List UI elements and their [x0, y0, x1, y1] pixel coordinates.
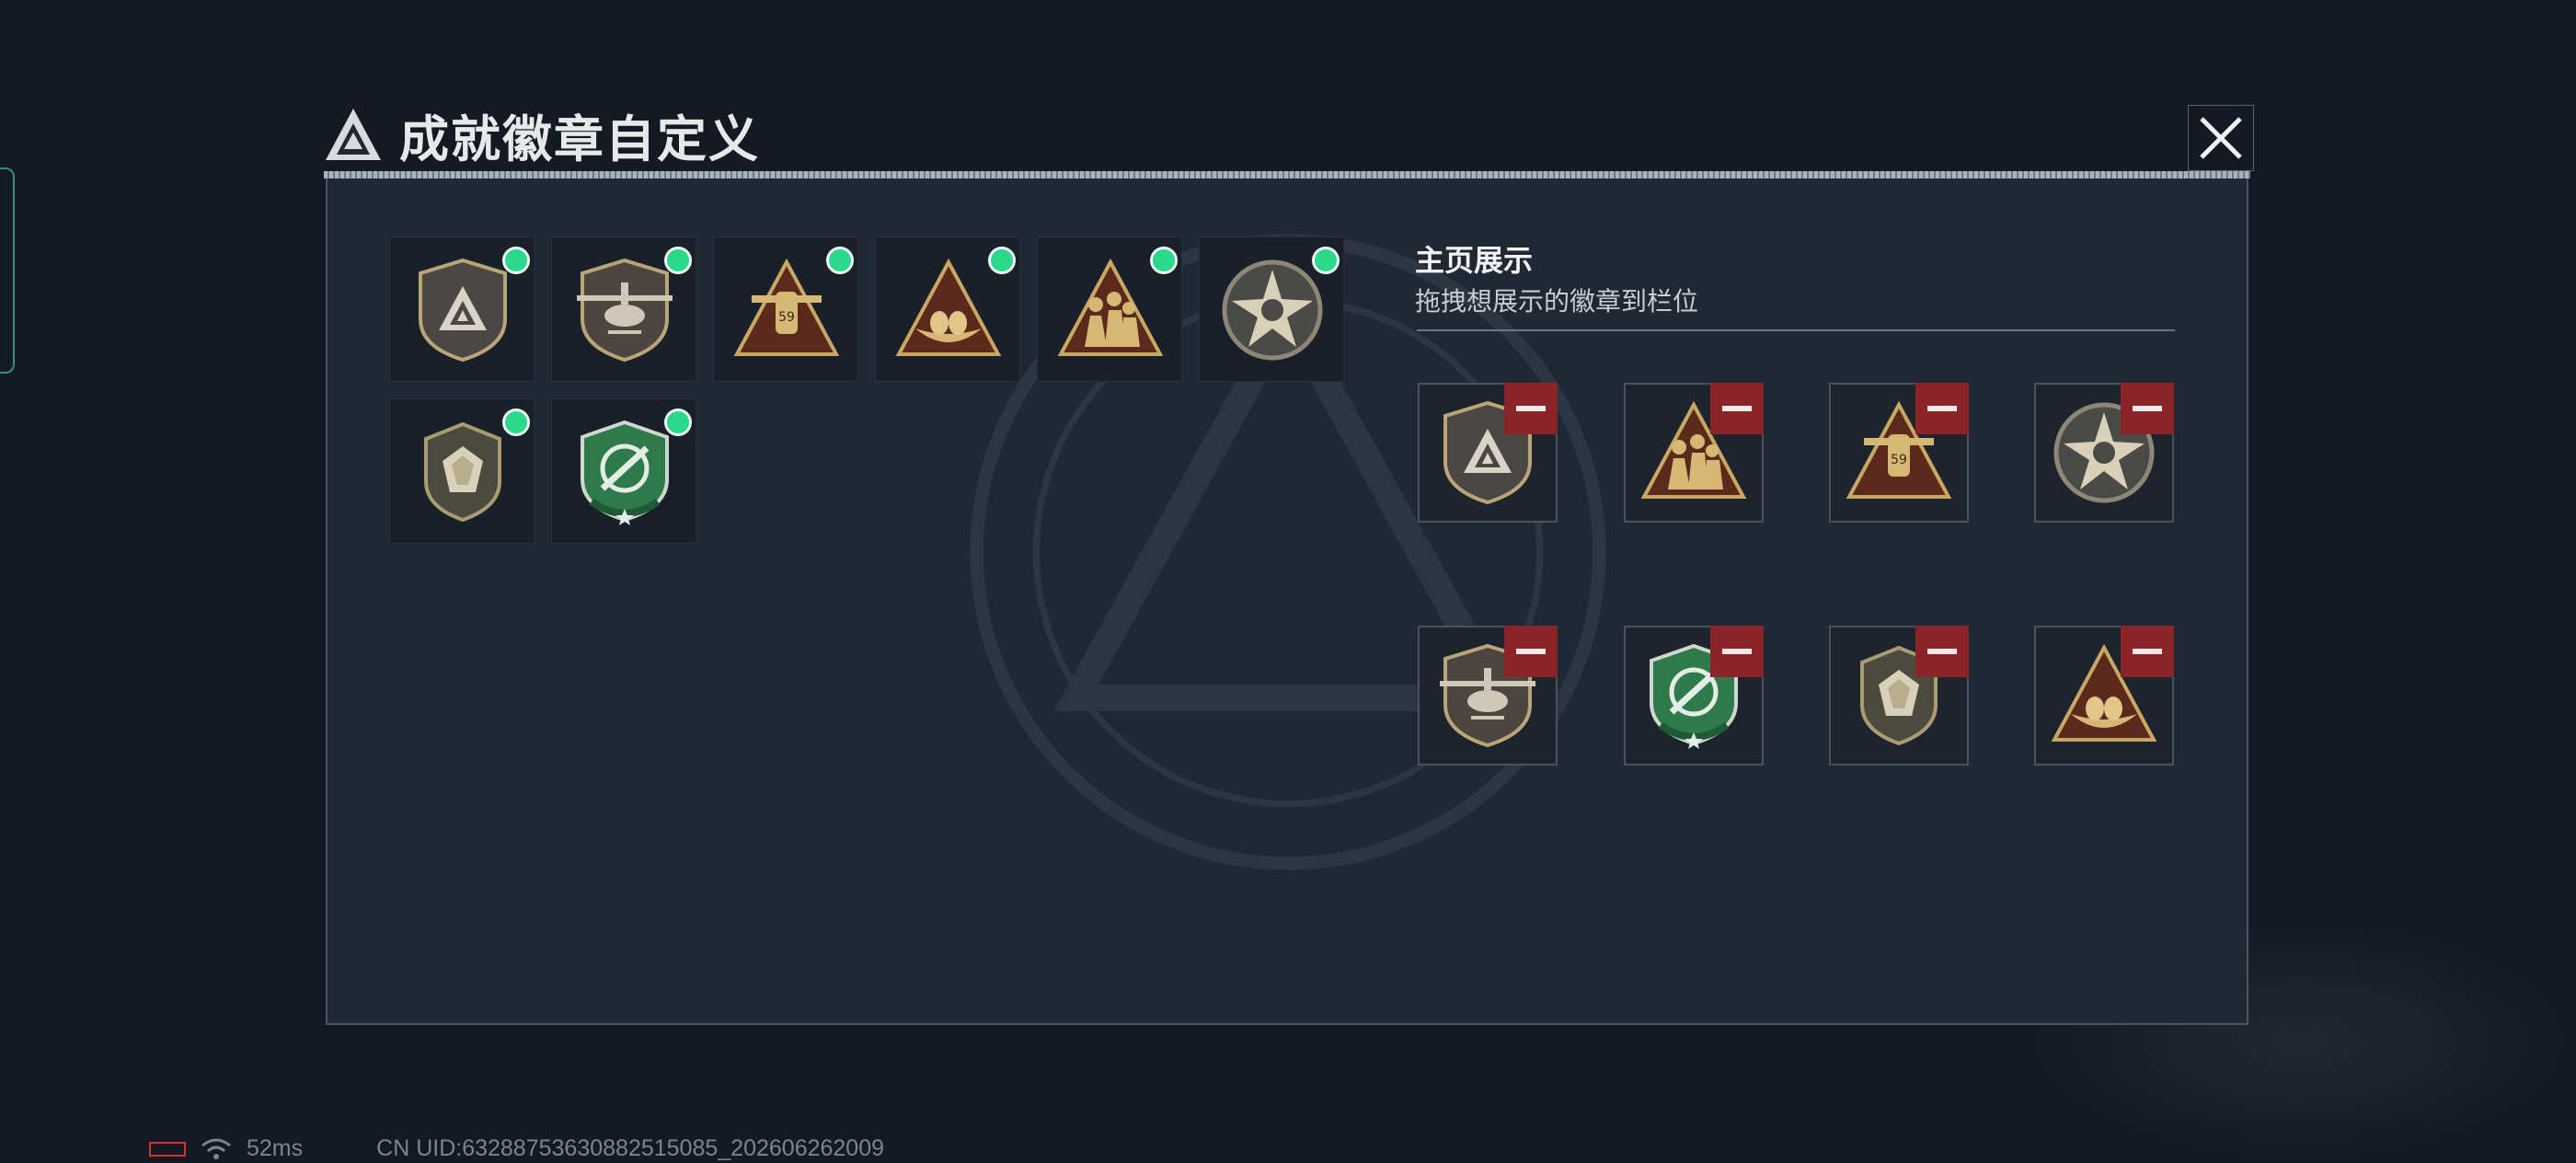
ping-value: 52ms [247, 1135, 304, 1161]
skull-star-badge-icon [1217, 255, 1328, 365]
remove-button[interactable] [1710, 383, 1764, 434]
equipped-indicator [1150, 247, 1178, 274]
equipped-indicator [502, 247, 530, 274]
showcase-slot-3[interactable] [1829, 383, 1969, 523]
status-bar: 52ms CN UID:632887536308825150​85_202606… [149, 1135, 884, 1162]
equipped-indicator [664, 247, 692, 274]
remove-button[interactable] [1504, 626, 1558, 677]
remove-button[interactable] [2121, 626, 2174, 677]
plane-59-badge-icon [731, 255, 842, 365]
equipped-indicator [1312, 247, 1340, 274]
minus-icon [2133, 649, 2162, 654]
minus-icon [2133, 406, 2162, 411]
nest-badge-icon [893, 255, 1004, 365]
minus-icon [1516, 649, 1546, 654]
shield-triangle-badge-icon [408, 255, 518, 365]
close-button[interactable] [2188, 105, 2254, 171]
close-icon [2200, 117, 2242, 159]
panel-top-border [324, 171, 2250, 178]
equipped-indicator [988, 247, 1016, 274]
remove-button[interactable] [1710, 626, 1764, 677]
green-crosshair-badge-icon [569, 417, 680, 527]
minus-icon [1927, 406, 1957, 411]
equipped-indicator [664, 409, 692, 436]
divider [1417, 329, 2175, 331]
minus-icon [1722, 406, 1752, 411]
showcase-slot-4[interactable] [2034, 383, 2174, 523]
soldiers-badge-icon [1055, 255, 1166, 365]
helicopter-badge-icon [569, 255, 680, 365]
equipped-indicator [826, 247, 854, 274]
wifi-icon [201, 1138, 231, 1159]
minus-icon [1927, 649, 1957, 654]
triangle-logo-icon [326, 109, 381, 160]
remove-button[interactable] [1915, 626, 1969, 677]
badge-slot-skull-star[interactable] [1199, 236, 1344, 382]
showcase-slot-1[interactable] [1418, 383, 1558, 523]
remove-button[interactable] [1504, 383, 1558, 434]
showcase-subtitle: 拖拽想展示的徽章到栏位 [1415, 287, 1699, 316]
minus-icon [1722, 649, 1752, 654]
showcase-slot-2[interactable] [1624, 383, 1764, 523]
badge-slot-plane-59[interactable] [713, 236, 858, 382]
gem-shield-badge-icon [408, 417, 518, 527]
badge-slot-shield-triangle[interactable] [389, 236, 535, 382]
showcase-slot-6[interactable] [1624, 626, 1764, 766]
badge-slot-gem-shield[interactable] [389, 398, 535, 544]
badge-slot-helicopter[interactable] [551, 236, 696, 382]
badge-slot-soldiers[interactable] [1037, 236, 1182, 382]
equipped-indicator [502, 409, 530, 436]
battery-icon [149, 1141, 186, 1157]
remove-button[interactable] [2121, 383, 2174, 434]
showcase-title: 主页展示 [1415, 244, 1534, 277]
showcase-slot-8[interactable] [2034, 626, 2174, 766]
side-drawer-tab[interactable] [0, 167, 15, 374]
uid-text: CN UID:632887536308825150​85_20260626200… [376, 1135, 885, 1161]
minus-icon [1516, 406, 1546, 411]
badge-slot-green-crosshair[interactable] [551, 398, 696, 544]
dialog-header: 成就徽章自定义 [324, 98, 760, 171]
showcase-slot-5[interactable] [1418, 626, 1558, 766]
badge-slot-nest[interactable] [875, 236, 1020, 382]
showcase-slot-7[interactable] [1829, 626, 1969, 766]
dialog-title: 成就徽章自定义 [399, 111, 760, 167]
remove-button[interactable] [1915, 383, 1969, 434]
